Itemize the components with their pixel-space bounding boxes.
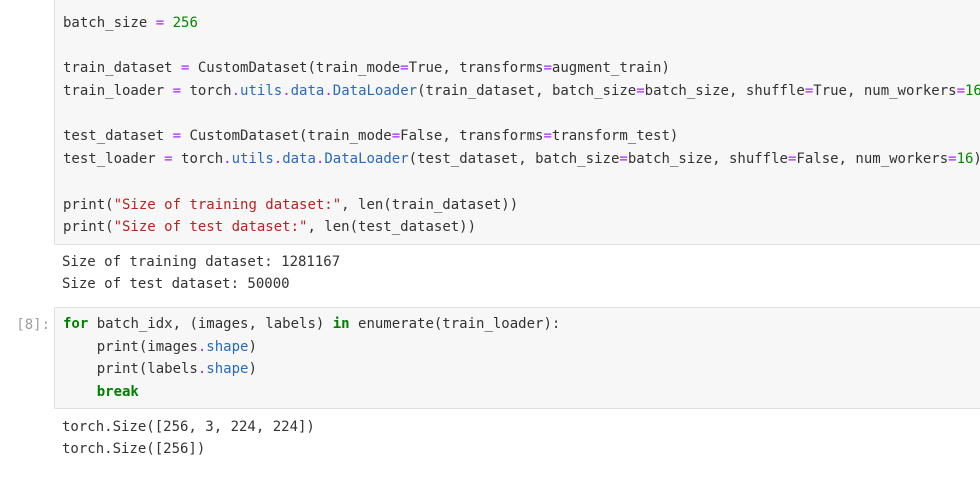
code-token: =	[164, 151, 173, 168]
code-token: "Size of test dataset:"	[113, 219, 308, 236]
code-token: batch_idx, (images, labels)	[88, 316, 333, 332]
code-token: print(	[63, 219, 114, 236]
code-token: =	[400, 60, 409, 77]
code-token: =	[155, 15, 165, 31]
code-token: =	[636, 83, 645, 100]
code-token: , len(train_dataset))	[341, 196, 519, 213]
code-token: print(labels	[63, 361, 198, 378]
code-token: enumerate(train_loader):	[349, 316, 561, 332]
code-token: "Size of training dataset:"	[113, 196, 342, 213]
cell-prompt: [8]:	[16, 317, 50, 333]
code-token: train_loader	[63, 83, 173, 100]
code-token: True, transforms	[408, 60, 544, 77]
output-line: torch.Size([256, 3, 224, 224])	[62, 419, 315, 435]
output-line: Size of training dataset: 1281167	[62, 254, 341, 270]
code-token: )	[973, 151, 980, 167]
code-token: =	[172, 83, 182, 100]
code-token: True, num_workers	[813, 83, 957, 100]
code-token: break	[96, 384, 139, 401]
code-token: (train_dataset, batch_size	[417, 83, 637, 100]
code-token: (test_dataset, batch_size	[408, 151, 620, 168]
code-token: shape	[206, 338, 249, 355]
code-cell-8: [8]: for batch_idx, (images, labels) in …	[0, 307, 980, 409]
code-token: torch	[181, 83, 232, 100]
code-token: .	[273, 151, 283, 168]
code-editor-8[interactable]: for batch_idx, (images, labels) in enume…	[54, 307, 980, 409]
code-line: print(images.shape)	[63, 336, 980, 359]
code-cell-top: batch_size = 256 train_dataset = CustomD…	[0, 0, 980, 245]
code-token: test_dataset	[63, 128, 173, 145]
code-line: train_dataset = CustomDataset(train_mode…	[63, 57, 980, 80]
code-token: , len(test_dataset))	[307, 219, 477, 236]
code-token: =	[543, 60, 552, 77]
code-token: train_dataset	[63, 60, 182, 77]
code-token: .	[324, 83, 333, 100]
code-token: False, transforms	[400, 128, 544, 145]
code-token: )	[248, 361, 257, 378]
output-area-top: Size of training dataset: 1281167 Size of…	[62, 252, 340, 295]
code-token: data	[290, 83, 325, 100]
code-token: )	[248, 338, 257, 355]
code-token: for	[63, 316, 89, 332]
output-line: torch.Size([256])	[62, 440, 206, 457]
code-block-top[interactable]: batch_size = 256 train_dataset = CustomD…	[55, 0, 980, 239]
output-area-8: torch.Size([256, 3, 224, 224]) torch.Size…	[62, 417, 315, 460]
code-line: print(labels.shape)	[63, 358, 980, 381]
code-token: batch_size	[63, 15, 156, 31]
code-token: utils	[240, 83, 283, 100]
code-line: test_dataset = CustomDataset(train_mode=…	[63, 125, 980, 148]
code-token: torch	[172, 151, 224, 168]
code-token: =	[948, 151, 957, 168]
code-token: =	[172, 128, 182, 145]
code-token: print(	[63, 196, 114, 213]
notebook: batch_size = 256 train_dataset = CustomD…	[0, 0, 980, 484]
code-token: utils	[231, 151, 274, 168]
code-token: 256	[172, 15, 198, 31]
code-line: break	[63, 381, 980, 404]
code-token: augment_train)	[551, 60, 670, 77]
code-token: transform_test)	[551, 128, 679, 145]
code-token: =	[619, 151, 628, 168]
code-token: batch_size, shuffle	[644, 83, 805, 100]
code-token: .	[282, 83, 291, 100]
code-token: data	[282, 151, 316, 168]
code-token: =	[543, 128, 552, 145]
code-token: in	[332, 316, 350, 332]
code-line: for batch_idx, (images, labels) in enume…	[63, 313, 980, 336]
code-line: train_loader = torch.utils.data.DataLoad…	[63, 80, 980, 103]
code-token: =	[391, 128, 401, 145]
output-line: Size of test dataset: 50000	[62, 275, 290, 292]
code-token: 16	[965, 83, 980, 100]
code-line: print("Size of test dataset:", len(test_…	[63, 216, 980, 239]
code-token: .	[231, 83, 241, 100]
code-block-8[interactable]: for batch_idx, (images, labels) in enume…	[55, 308, 980, 404]
code-token: CustomDataset(train_mode	[189, 60, 401, 77]
code-token: shape	[206, 361, 249, 378]
code-token: =	[956, 83, 965, 100]
code-token: False, num_workers	[796, 151, 949, 168]
code-line: print("Size of training dataset:", len(t…	[63, 194, 980, 217]
code-token: DataLoader	[324, 151, 409, 168]
code-token: DataLoader	[332, 83, 418, 100]
code-token: batch_size, shuffle	[627, 151, 788, 168]
code-token: =	[804, 83, 814, 100]
code-token: .	[223, 151, 232, 168]
code-token: CustomDataset(train_mode	[181, 128, 392, 145]
code-token: print(images	[63, 338, 198, 355]
code-line: batch_size = 256	[63, 12, 980, 35]
code-token: test_loader	[63, 151, 165, 168]
code-line: test_loader = torch.utils.data.DataLoade…	[63, 148, 980, 171]
code-editor-top[interactable]: batch_size = 256 train_dataset = CustomD…	[54, 0, 980, 245]
code-token: 16	[956, 151, 974, 168]
